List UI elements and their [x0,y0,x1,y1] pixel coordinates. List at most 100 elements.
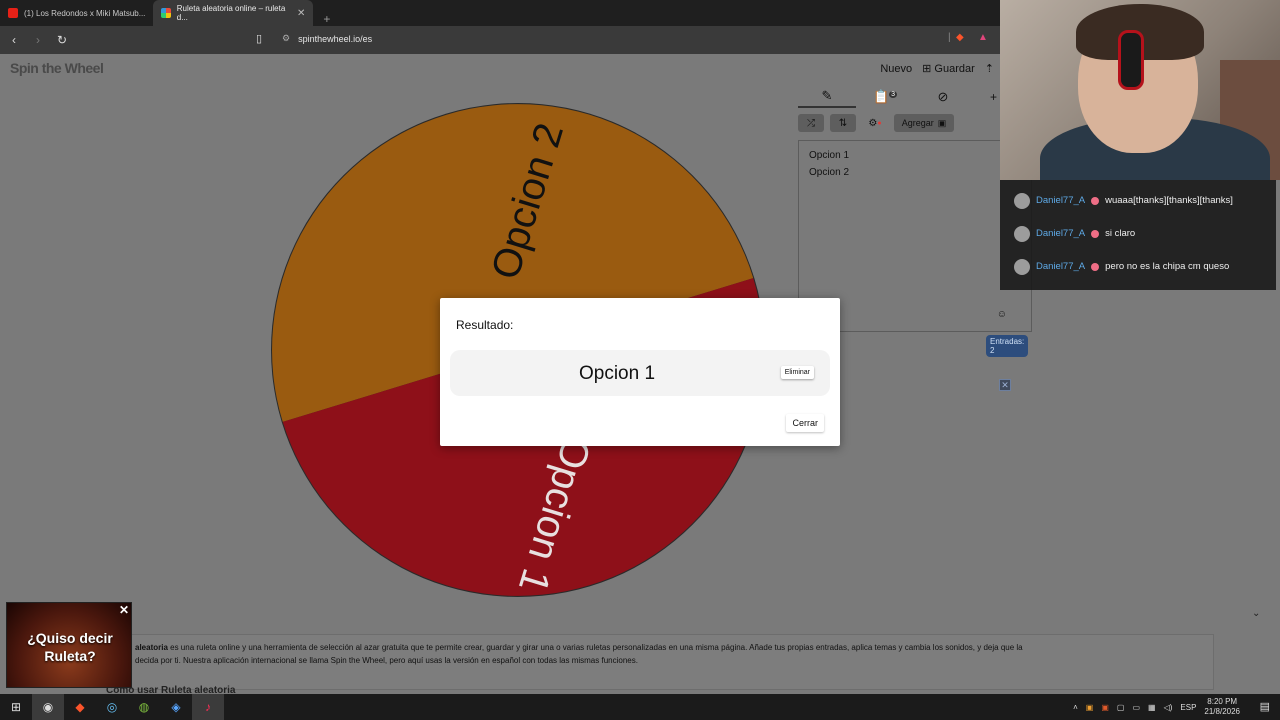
clipboard-icon: 📋 [872,89,890,104]
system-tray: ˄ ▣ ▣ ▢ ▭ ▦ ◁) ESP 8:20 PM 21/8/2026 [1073,694,1240,720]
site-logo[interactable]: Spin the Wheel [10,60,104,76]
chat-overlay: Daniel77_A wuaaa[thanks][thanks][thanks]… [1000,180,1276,290]
entry-line: Opcion 2 [809,167,850,178]
clock-date: 21/8/2026 [1204,707,1240,716]
emoji-icon[interactable]: ☺ [997,306,1007,323]
tab-youtube[interactable]: (1) Los Redondos x Miki Matsub... [0,0,153,26]
chat-username: Daniel77_A [1036,261,1086,272]
close-tab-icon[interactable]: ✕ [297,8,305,19]
tiktok-icon[interactable]: ♪ [192,694,224,720]
add-label: Agregar [901,118,934,128]
tab-label: Ruleta aleatoria online – ruleta d... [176,4,286,22]
tab-edit[interactable]: ✎ [798,86,856,108]
avatar [1014,258,1030,275]
results-badge: 3 [889,90,898,98]
result-box: Opcion 1 Eliminar [450,350,830,396]
chevron-down-icon[interactable]: ⌄ [1252,608,1260,619]
close-panel-icon[interactable]: ✕ [999,379,1011,391]
tab-spinthewheel[interactable]: Ruleta aleatoria online – ruleta d... ✕ [153,0,314,26]
forward-icon[interactable]: › [28,33,48,47]
tray-app-icon[interactable]: ▢ [1117,703,1125,712]
tray-app-icon[interactable]: ▣ [1086,703,1094,712]
shuffle-icon: ⤮ [807,117,815,129]
article-section: aleatoria es una ruleta online y una her… [0,624,1280,696]
save-icon: ⊞ [922,63,935,75]
chat-username: Daniel77_A [1036,195,1086,206]
article-line-1: es una ruleta online y una herramienta d… [167,643,1023,652]
chat-text: si claro [1105,228,1136,239]
chat-text: pero no es la chipa cm queso [1105,261,1230,272]
bookmark-icon[interactable]: ▯ [256,32,262,45]
chat-message: Daniel77_A wuaaa[thanks][thanks][thanks] [1000,184,1276,217]
panel-tools: ⤮ ⇅ ⚙ ● Agregar ▣ [798,114,954,132]
brave-shield-icon[interactable]: ◆ [956,32,964,43]
network-icon[interactable]: ▦ [1148,703,1156,712]
chat-text: wuaaa[thanks][thanks][thanks] [1105,195,1233,206]
panel-tabs: ✎ 📋 3 ⊘ [798,86,998,108]
result-dialog: Resultado: Opcion 1 Eliminar Cerrar [440,298,840,446]
chat-message: Daniel77_A pero no es la chipa cm queso [1000,250,1276,283]
language-indicator[interactable]: ESP [1180,703,1196,712]
back-icon[interactable]: ‹ [4,33,24,47]
taskbar: ⊞ ◉ ◆ ◎ ◍ ◈ ♪ ˄ ▣ ▣ ▢ ▭ ▦ ◁) ESP 8:20 PM… [0,694,1280,720]
notification-icon[interactable]: ▤ [1260,700,1270,713]
browser-toolbar: ‹ › ↻ ▯ ⚙ spinthewheel.io/es | ◆ ▲ [0,26,1000,54]
ad-text: ¿Quiso decir Ruleta? [27,630,113,664]
article-line-2: decida por ti. Nuestra aplicación intern… [135,656,638,665]
steam-icon[interactable]: ◎ [96,694,128,720]
site-settings-icon[interactable]: ⚙ [282,33,290,44]
header-actions: Nuevo ⊞ Guardar ⇡ [880,62,994,76]
clock[interactable]: 8:20 PM 21/8/2026 [1204,697,1240,717]
address-bar[interactable]: ⚙ spinthewheel.io/es [282,33,372,44]
save-button[interactable]: ⊞ Guardar [922,62,975,75]
diamond-app-icon[interactable]: ◈ [160,694,192,720]
tab-label: (1) Los Redondos x Miki Matsub... [24,8,146,18]
reload-icon[interactable]: ↻ [52,33,72,47]
pencil-icon: ✎ [821,88,833,103]
avatar [1014,192,1030,209]
chat-message: Daniel77_A si claro [1000,217,1276,250]
save-label: Guardar [934,63,975,75]
tab-results[interactable]: 📋 3 [856,89,914,105]
avatar [1014,225,1030,242]
sort-icon: ⇅ [838,117,848,129]
gear-icon: ⚙ [868,117,878,129]
tab-hide[interactable]: ⊘ [914,89,972,105]
badge-icon [1091,262,1100,271]
app-icon[interactable]: ◍ [128,694,160,720]
notification-dot-icon: ● [877,119,882,127]
url-text: spinthewheel.io/es [298,33,373,44]
wheel-favicon-icon [161,8,171,18]
sort-button[interactable]: ⇅ [830,114,856,132]
obs-icon[interactable]: ◉ [32,694,64,720]
shuffle-button[interactable]: ⤮ [798,114,824,132]
remove-button[interactable]: Eliminar [780,366,814,379]
webcam-overlay [1000,0,1280,180]
windows-start-icon[interactable]: ⊞ [0,694,32,720]
new-tab-button[interactable]: + [313,12,340,26]
result-value: Opcion 1 [578,363,656,384]
clock-time: 8:20 PM [1207,697,1238,706]
volume-icon[interactable]: ◁) [1164,703,1173,712]
ad-banner[interactable]: ✕ ¿Quiso decir Ruleta? [6,602,132,688]
more-icon[interactable]: ⇡ [985,62,994,75]
add-wheel-icon[interactable]: + [990,90,997,104]
close-ad-icon[interactable]: ✕ [119,603,129,617]
entry-line: Opcion 1 [809,150,850,161]
article-text: aleatoria es una ruleta online y una her… [130,634,1214,690]
settings-button[interactable]: ⚙ ● [862,114,888,132]
brave-rewards-icon[interactable]: ▲ [978,32,988,43]
close-button[interactable]: Cerrar [786,414,824,432]
brave-icon[interactable]: ◆ [64,694,96,720]
divider: | [948,32,951,43]
chevron-up-icon[interactable]: ˄ [1073,703,1078,712]
battery-icon[interactable]: ▭ [1132,703,1140,712]
chat-username: Daniel77_A [1036,228,1086,239]
entries-count-badge: Entradas: 2 [986,335,1029,357]
headset-icon [1118,30,1144,90]
dialog-title: Resultado: [456,318,514,332]
add-image-button[interactable]: Agregar ▣ [894,114,954,132]
new-button[interactable]: Nuevo [880,63,912,75]
badge-icon [1091,196,1100,205]
tray-app-icon[interactable]: ▣ [1101,703,1109,712]
